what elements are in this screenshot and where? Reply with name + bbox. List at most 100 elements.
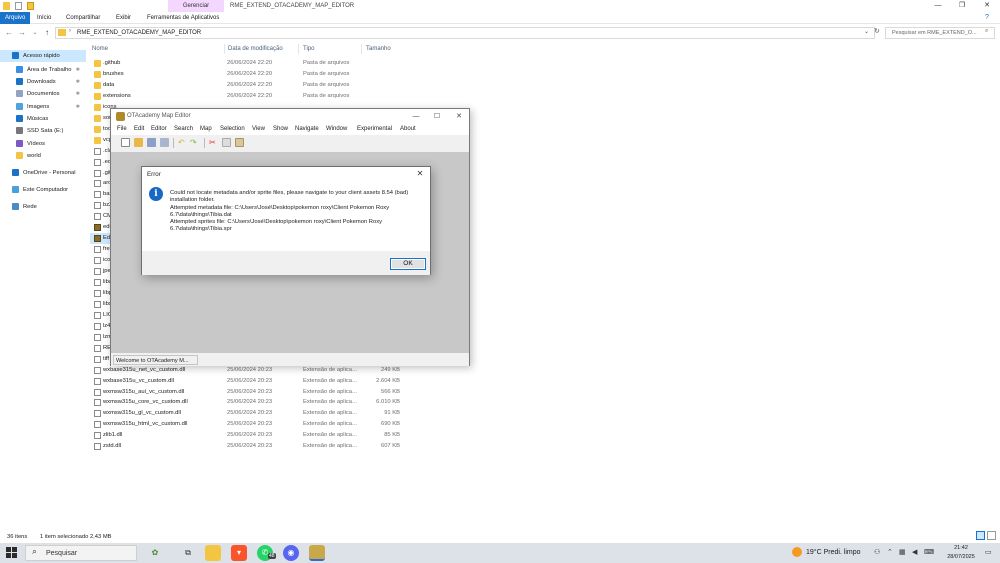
- new-folder-icon[interactable]: [27, 2, 34, 10]
- file-row[interactable]: .github 26/06/2024 22:20 Pasta de arquivos: [90, 58, 410, 69]
- menu-show[interactable]: Show: [273, 124, 288, 135]
- editor-maximize-icon[interactable]: ☐: [429, 109, 445, 124]
- redo-icon[interactable]: ↷: [190, 138, 199, 147]
- clock[interactable]: 21:42 28/07/2025: [942, 543, 980, 562]
- file-row[interactable]: wxmsw315u_gl_vc_custom.dll 25/06/2024 20:…: [90, 408, 410, 419]
- save-map-icon[interactable]: [147, 138, 156, 147]
- up-icon[interactable]: ↑: [42, 27, 52, 39]
- column-divider[interactable]: [224, 44, 225, 54]
- weather-text[interactable]: 19°C Predi. limpo: [806, 543, 861, 563]
- forward-icon[interactable]: →: [17, 27, 27, 39]
- pin-icon[interactable]: ✱: [76, 88, 80, 100]
- large-icons-view-icon[interactable]: [987, 531, 996, 540]
- sidebar-item-5[interactable]: Músicas: [0, 113, 86, 125]
- column-header-size[interactable]: Tamanho: [366, 44, 391, 54]
- maximize-icon[interactable]: ❐: [950, 0, 974, 12]
- properties-icon[interactable]: [15, 2, 22, 10]
- column-header-name[interactable]: Nome: [92, 44, 108, 54]
- menu-search[interactable]: Search: [174, 124, 193, 135]
- editor-minimize-icon[interactable]: —: [408, 109, 424, 124]
- file-row[interactable]: extensions 26/06/2024 22:20 Pasta de arqui…: [90, 91, 410, 102]
- file-row[interactable]: zstd.dll 25/06/2024 20:23 Extensão de apli…: [90, 441, 410, 452]
- save-as-icon[interactable]: [160, 138, 169, 147]
- minimize-icon[interactable]: —: [926, 0, 950, 12]
- tab-compartilhar[interactable]: Compartilhar: [61, 13, 105, 24]
- pin-icon[interactable]: ✱: [76, 64, 80, 76]
- file-row[interactable]: wxmsw315u_html_vc_custom.dll 25/06/2024 2…: [90, 419, 410, 430]
- menu-navigate[interactable]: Navigate: [295, 124, 319, 135]
- search-input[interactable]: Pesquisar em RME_EXTEND_O...: [885, 27, 995, 39]
- brave-browser-icon[interactable]: ▾: [231, 545, 247, 561]
- column-header-date[interactable]: Data de modificação: [228, 44, 283, 54]
- tab-ferramentas[interactable]: Ferramentas de Aplicativos: [142, 13, 224, 24]
- tray-chevron-icon[interactable]: ⌃: [887, 543, 893, 563]
- chevron-right-icon[interactable]: ›: [69, 28, 71, 34]
- dialog-close-icon[interactable]: ✕: [414, 168, 426, 180]
- keyboard-icon[interactable]: ⌨: [924, 543, 934, 563]
- context-tab-gerenciar[interactable]: Gerenciar: [168, 0, 224, 12]
- menu-edit[interactable]: Edit: [134, 124, 144, 135]
- network-icon[interactable]: ▦: [899, 543, 906, 563]
- editor-close-icon[interactable]: ✕: [451, 109, 467, 124]
- tab-exibir[interactable]: Exibir: [111, 13, 136, 24]
- back-icon[interactable]: ←: [4, 27, 14, 39]
- address-dropdown-icon[interactable]: ⌄: [864, 28, 869, 35]
- sidebar-item-11[interactable]: Rede: [0, 201, 86, 213]
- menu-experimental[interactable]: Experimental: [357, 124, 392, 135]
- volume-icon[interactable]: ◀: [912, 543, 917, 563]
- pin-icon[interactable]: ✱: [76, 76, 80, 88]
- ok-button[interactable]: OK: [390, 258, 426, 270]
- undo-icon[interactable]: ↶: [178, 138, 187, 147]
- file-row[interactable]: data 26/06/2024 22:20 Pasta de arquivos: [90, 80, 410, 91]
- people-icon[interactable]: ⚇: [874, 543, 880, 563]
- task-view-icon[interactable]: ⧉: [180, 545, 196, 561]
- help-icon[interactable]: ?: [985, 14, 989, 21]
- close-icon[interactable]: ✕: [975, 0, 999, 12]
- recent-chevron-icon[interactable]: ⌄: [30, 27, 40, 39]
- address-text[interactable]: RME_EXTEND_OTACADEMY_MAP_EDITOR: [77, 27, 201, 39]
- notification-icon[interactable]: ▭: [985, 543, 992, 563]
- file-explorer-icon[interactable]: [205, 545, 221, 561]
- plant-widget-icon[interactable]: ✿: [147, 545, 163, 561]
- sidebar-item-9[interactable]: OneDrive - Personal: [0, 167, 86, 179]
- windows-start-icon[interactable]: [5, 546, 19, 560]
- sidebar-item-2[interactable]: Downloads ✱: [0, 76, 86, 88]
- menu-view[interactable]: View: [252, 124, 265, 135]
- tab-arquivo[interactable]: Arquivo: [0, 12, 31, 24]
- sidebar-item-10[interactable]: Este Computador: [0, 184, 86, 196]
- sidebar-item-8[interactable]: world: [0, 150, 86, 162]
- sidebar-item-0[interactable]: Acesso rápido: [0, 50, 86, 62]
- cut-icon[interactable]: ✂: [209, 138, 218, 147]
- sidebar-item-6[interactable]: SSD Sata (E:): [0, 125, 86, 137]
- menu-window[interactable]: Window: [326, 124, 347, 135]
- copy-icon[interactable]: [222, 138, 231, 147]
- sidebar-item-4[interactable]: Imagens ✱: [0, 101, 86, 113]
- column-divider[interactable]: [361, 44, 362, 54]
- file-row[interactable]: wxmsw315u_core_vc_custom.dll 25/06/2024 2…: [90, 397, 410, 408]
- refresh-icon[interactable]: ↻: [874, 27, 880, 35]
- sidebar-item-1[interactable]: Área de Trabalho ✱: [0, 64, 86, 76]
- menu-selection[interactable]: Selection: [220, 124, 245, 135]
- sidebar-item-7[interactable]: Vídeos: [0, 138, 86, 150]
- file-row[interactable]: wxbase315u_vc_custom.dll 25/06/2024 20:23…: [90, 376, 410, 387]
- file-row[interactable]: wxbase315u_net_vc_custom.dll 25/06/2024 2…: [90, 365, 410, 376]
- file-row[interactable]: brushes 26/06/2024 22:20 Pasta de arquivos: [90, 69, 410, 80]
- file-row[interactable]: wxmsw315u_aui_vc_custom.dll 25/06/2024 20…: [90, 387, 410, 398]
- menu-file[interactable]: File: [117, 124, 127, 135]
- new-map-icon[interactable]: [121, 138, 130, 147]
- menu-editor[interactable]: Editor: [151, 124, 167, 135]
- file-row[interactable]: zlib1.dll 25/06/2024 20:23 Extensão de apl…: [90, 430, 410, 441]
- sidebar-item-3[interactable]: Documentos ✱: [0, 88, 86, 100]
- discord-icon[interactable]: ◉: [283, 545, 299, 561]
- column-divider[interactable]: [298, 44, 299, 54]
- tab-inicio[interactable]: Início: [32, 13, 56, 24]
- details-view-icon[interactable]: [976, 531, 985, 540]
- pin-icon[interactable]: ✱: [76, 101, 80, 113]
- open-map-icon[interactable]: [134, 138, 143, 147]
- menu-map[interactable]: Map: [200, 124, 212, 135]
- taskbar-search[interactable]: Pesquisar: [25, 545, 137, 561]
- paste-icon[interactable]: [235, 138, 244, 147]
- menu-about[interactable]: About: [400, 124, 416, 135]
- map-editor-taskbar-icon[interactable]: [309, 545, 325, 561]
- column-header-type[interactable]: Tipo: [303, 44, 314, 54]
